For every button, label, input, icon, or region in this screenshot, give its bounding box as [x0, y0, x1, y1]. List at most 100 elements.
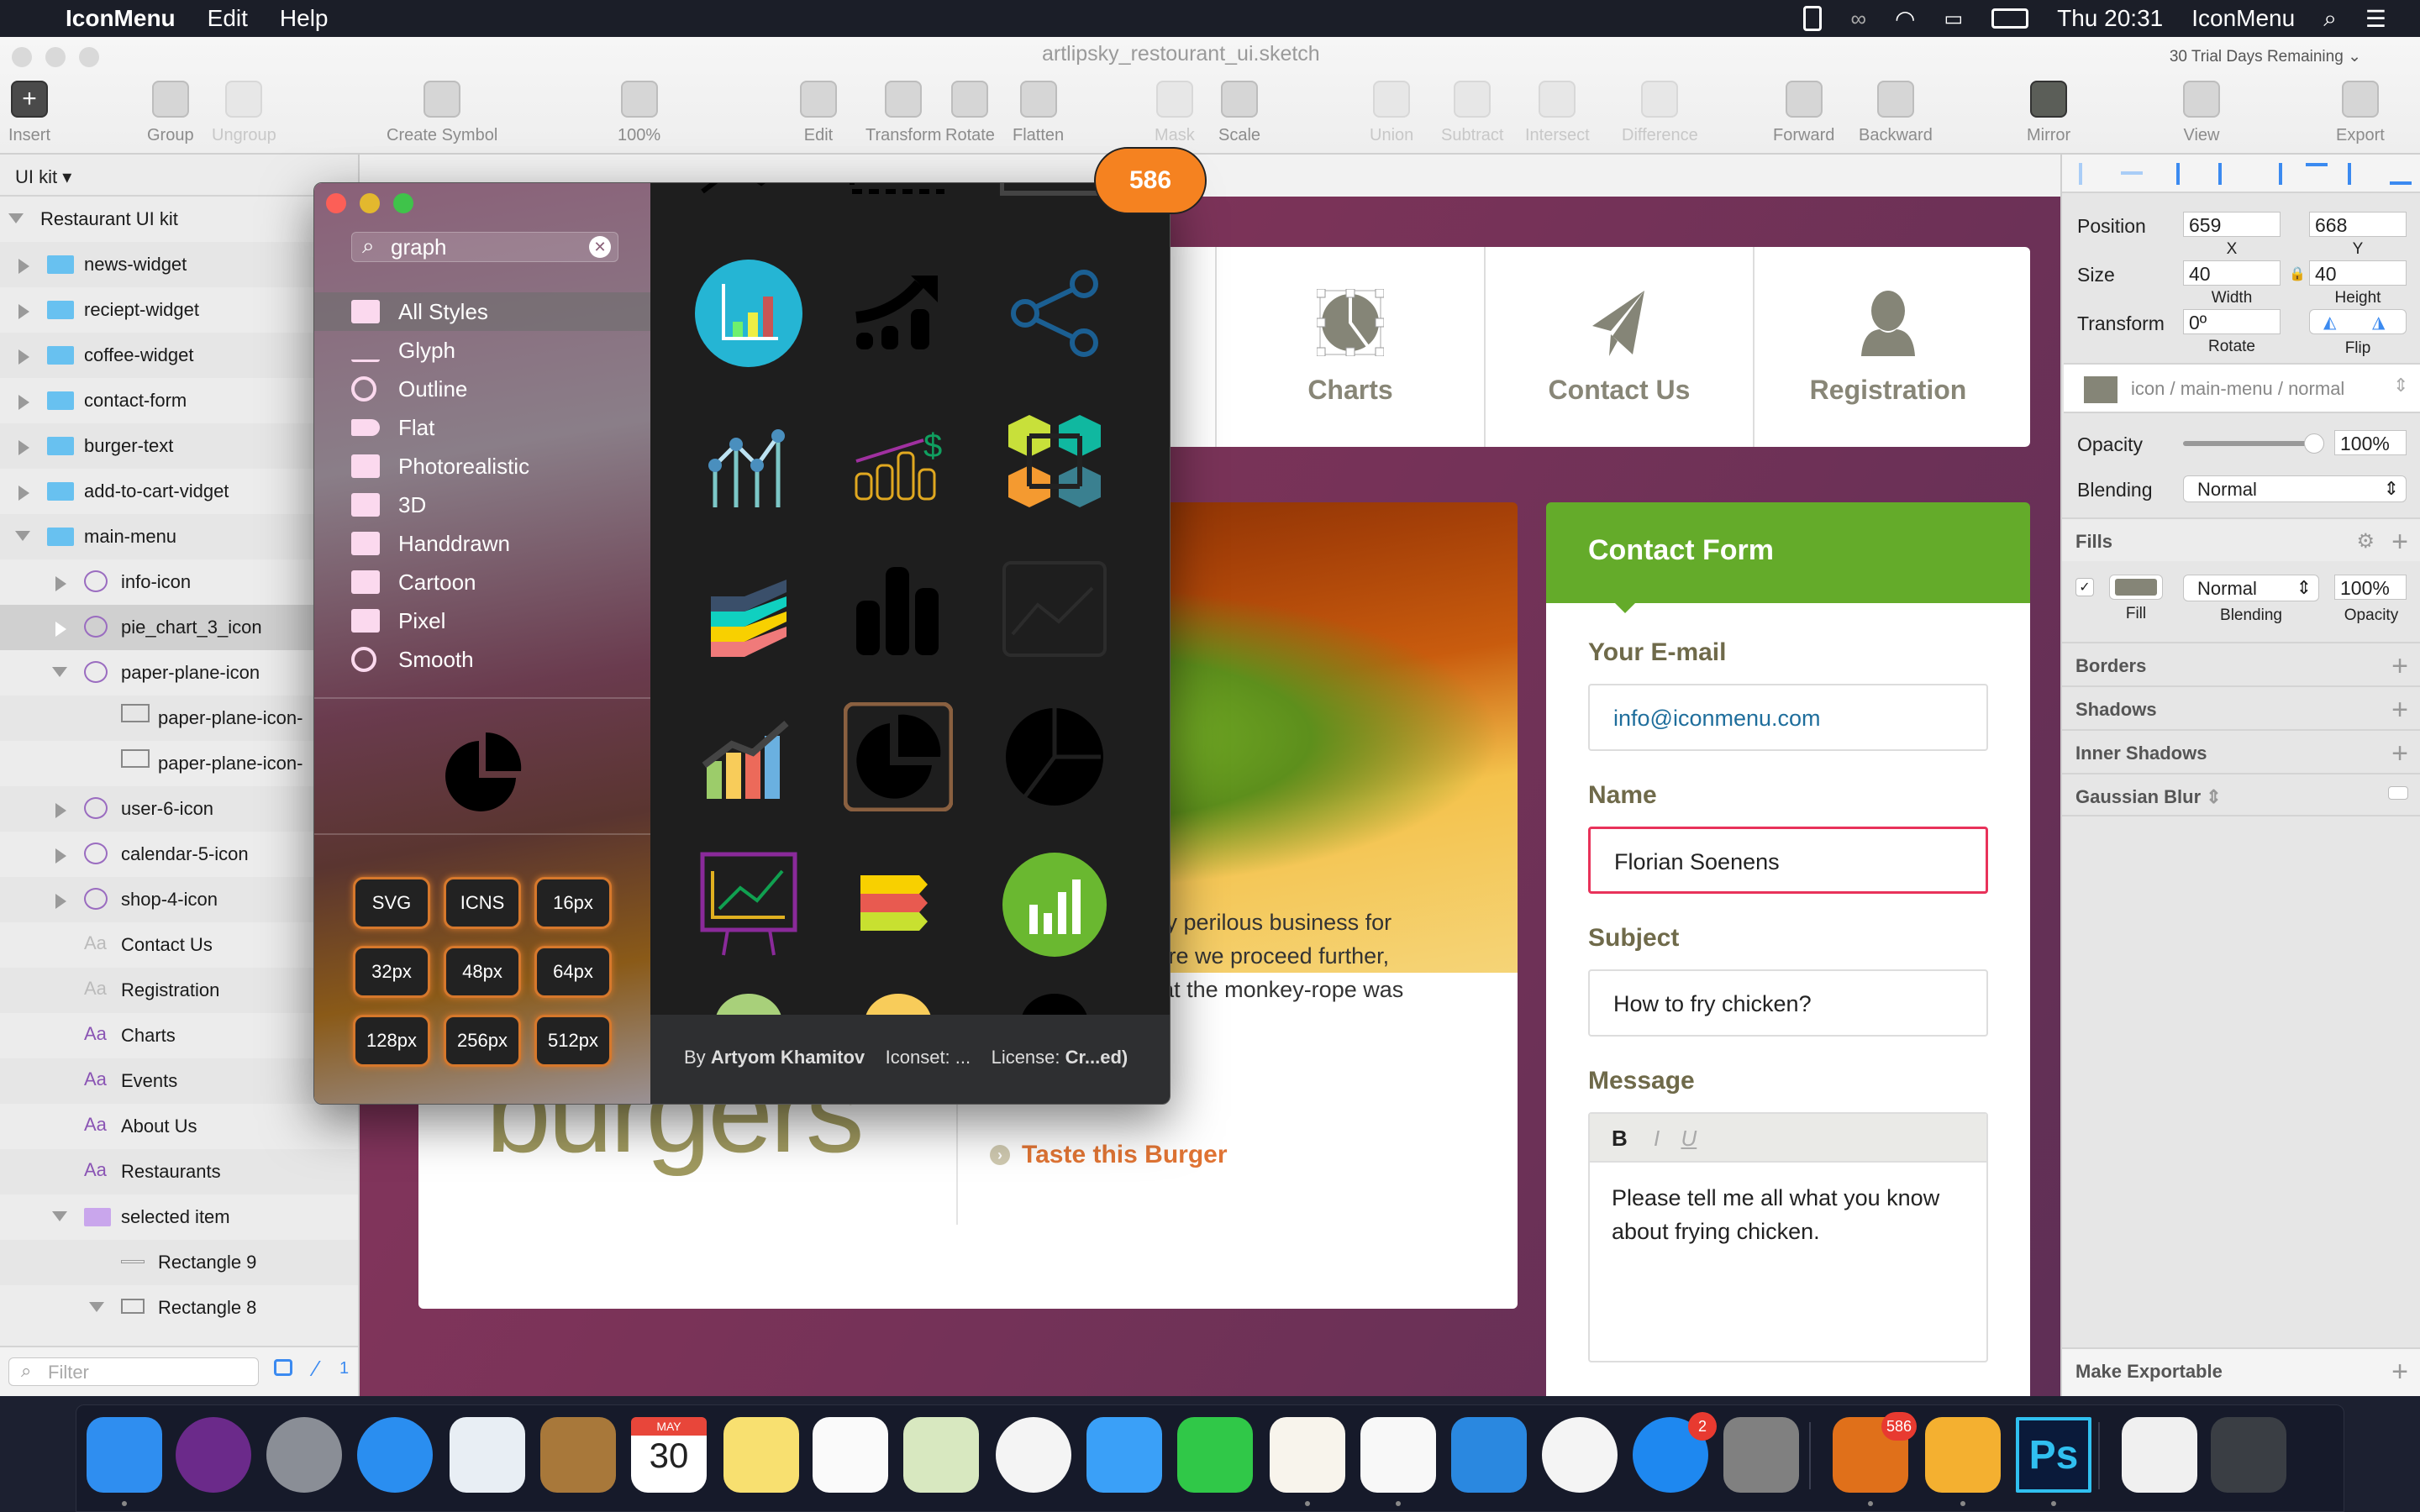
fill-blending-select[interactable]: Normal ⇕ — [2183, 575, 2319, 601]
dock-photoshop[interactable]: Ps — [2016, 1417, 2091, 1493]
align-left-icon[interactable] — [2176, 163, 2198, 185]
disclosure-closed-icon[interactable] — [55, 848, 66, 864]
disclosure-closed-icon[interactable] — [18, 304, 29, 319]
toolbar-scale[interactable]: Scale — [1218, 81, 1260, 145]
dock-numbers[interactable] — [1360, 1417, 1436, 1493]
battery-icon[interactable] — [1991, 8, 2029, 29]
add-shadow-button[interactable]: + — [2391, 694, 2408, 727]
align-bottom-icon[interactable] — [2390, 163, 2412, 185]
pie-chart-icon[interactable] — [1316, 288, 1385, 356]
style-filter-glyph[interactable]: Glyph — [314, 331, 650, 370]
wifi-icon[interactable]: ◠ — [1895, 5, 1915, 33]
inner-shadows-section[interactable]: Inner Shadows + — [2062, 729, 2420, 773]
pie-chart-selected-icon[interactable] — [843, 701, 954, 812]
position-y-input[interactable]: 668 — [2309, 212, 2407, 237]
growth-bars-arrow-icon[interactable] — [844, 259, 953, 368]
toolbar-transform[interactable]: Transform — [865, 81, 941, 145]
toolbar-rotate[interactable]: Rotate — [945, 81, 995, 145]
partial-green-icon[interactable] — [694, 990, 803, 1015]
export-16px-button[interactable]: 16px — [534, 877, 612, 929]
dock-sketch[interactable] — [1925, 1417, 2001, 1493]
align-top-icon[interactable] — [2306, 163, 2328, 185]
shared-style-selector[interactable]: icon / main-menu / normal ⇕ — [2064, 363, 2420, 413]
symbols-filter-icon[interactable] — [274, 1359, 292, 1376]
clock[interactable]: Thu 20:31 — [2057, 5, 2163, 32]
dock-app-store[interactable]: 2 — [1633, 1412, 1717, 1493]
toolbar-insert[interactable]: + Insert — [8, 81, 50, 145]
toolbar-export[interactable]: Export — [2336, 81, 2385, 145]
disclosure-closed-icon[interactable] — [18, 259, 29, 274]
italic-button[interactable]: I — [1654, 1126, 1660, 1151]
iconmenu-status-icon[interactable] — [1803, 6, 1823, 31]
toolbar-union[interactable]: Union — [1370, 81, 1413, 145]
dock-finder[interactable] — [87, 1417, 162, 1493]
banner-steps-icon[interactable] — [844, 850, 953, 959]
style-filter-handdrawn[interactable]: Handdrawn — [314, 524, 650, 563]
license-value[interactable]: Cr...ed) — [1065, 1047, 1128, 1068]
pie-chart-black-icon[interactable] — [1000, 702, 1109, 811]
menu-right-app[interactable]: IconMenu — [2191, 5, 2295, 32]
dock-launchpad[interactable] — [266, 1417, 342, 1493]
icon-search-input[interactable]: ⌕ graph ✕ — [351, 232, 618, 262]
disclosure-closed-icon[interactable] — [55, 803, 66, 818]
bold-button[interactable]: B — [1612, 1126, 1628, 1151]
whiteboard-graph-icon[interactable] — [694, 850, 803, 959]
fill-opacity-input[interactable]: 100% — [2334, 575, 2407, 600]
trial-remaining[interactable]: 30 Trial Days Remaining ⌄ — [2170, 47, 2361, 66]
toolbar-ungroup[interactable]: Ungroup — [212, 81, 276, 145]
add-inner-shadow-button[interactable]: + — [2391, 738, 2408, 770]
align-center-icon[interactable] — [2218, 163, 2240, 185]
menu-item-charts[interactable]: Charts — [1215, 247, 1484, 447]
dock-itunes[interactable] — [1542, 1417, 1618, 1493]
layer-row[interactable]: user-6-icon — [0, 786, 358, 832]
toolbar-forward[interactable]: Forward — [1773, 81, 1834, 145]
style-filter-flat[interactable]: Flat — [314, 408, 650, 447]
disclosure-open-icon[interactable] — [15, 531, 30, 541]
toolbar-100-[interactable]: 100% — [618, 81, 660, 145]
partial-black-icon[interactable] — [1000, 990, 1109, 1015]
browser-line-chart-icon[interactable] — [1000, 554, 1109, 664]
layer-row[interactable]: Aa Registration — [0, 968, 358, 1013]
dock-notes[interactable] — [723, 1417, 799, 1493]
subject-field[interactable]: How to fry chicken? — [1588, 969, 1988, 1037]
opacity-input[interactable]: 100% — [2334, 430, 2407, 455]
line-bars-icon[interactable] — [694, 407, 803, 516]
layer-row[interactable]: news-widget — [0, 242, 358, 287]
iconset-label[interactable]: Iconset: ... — [886, 1047, 971, 1068]
gaussian-blur-section[interactable]: Gaussian Blur ⇕ — [2062, 773, 2420, 816]
disclosure-open-icon[interactable] — [8, 213, 24, 223]
layer-row[interactable]: paper-plane-icon — [0, 650, 358, 696]
disclosure-open-icon[interactable] — [89, 1302, 104, 1312]
export-512px-button[interactable]: 512px — [534, 1015, 612, 1067]
borders-section[interactable]: Borders + — [2062, 642, 2420, 685]
layer-row[interactable]: Aa Charts — [0, 1013, 358, 1058]
share-nodes-icon[interactable] — [1000, 259, 1109, 368]
layer-row[interactable]: coffee-widget — [0, 333, 358, 378]
opacity-slider-knob[interactable] — [2304, 433, 2324, 454]
dock-photos[interactable] — [996, 1417, 1071, 1493]
disclosure-open-icon[interactable] — [52, 1211, 67, 1221]
filter-input[interactable]: ⌕ Filter — [8, 1357, 259, 1386]
coins-growth-icon[interactable]: $ — [844, 407, 953, 516]
creative-cloud-icon[interactable]: ∞ — [1850, 6, 1866, 32]
toolbar-mirror[interactable]: Mirror — [2027, 81, 2070, 145]
layer-row[interactable]: info-icon — [0, 559, 358, 605]
layer-row[interactable]: burger-text — [0, 423, 358, 469]
underline-button[interactable]: U — [1681, 1126, 1697, 1151]
toolbar-difference[interactable]: Difference — [1622, 81, 1698, 145]
export-icns-button[interactable]: ICNS — [444, 877, 521, 929]
dock-contacts[interactable] — [540, 1417, 616, 1493]
menu-item-contact-us[interactable]: Contact Us — [1484, 247, 1753, 447]
layer-row[interactable]: calendar-5-icon — [0, 832, 358, 877]
lock-ratio-icon[interactable]: 🔒 — [2289, 265, 2306, 282]
export-svg-button[interactable]: SVG — [353, 877, 430, 929]
export-48px-button[interactable]: 48px — [444, 946, 521, 998]
popup-minimize-button[interactable] — [360, 193, 380, 213]
layer-row[interactable]: Aa Restaurants — [0, 1149, 358, 1194]
dock-mail[interactable] — [450, 1417, 525, 1493]
shadows-section[interactable]: Shadows + — [2062, 685, 2420, 729]
author-name[interactable]: Artyom Khamitov — [711, 1047, 865, 1068]
slice-filter-icon[interactable]: ⁄ — [314, 1356, 318, 1382]
style-filter-photorealistic[interactable]: Photorealistic — [314, 447, 650, 486]
layer-row[interactable]: paper-plane-icon- — [0, 696, 358, 741]
